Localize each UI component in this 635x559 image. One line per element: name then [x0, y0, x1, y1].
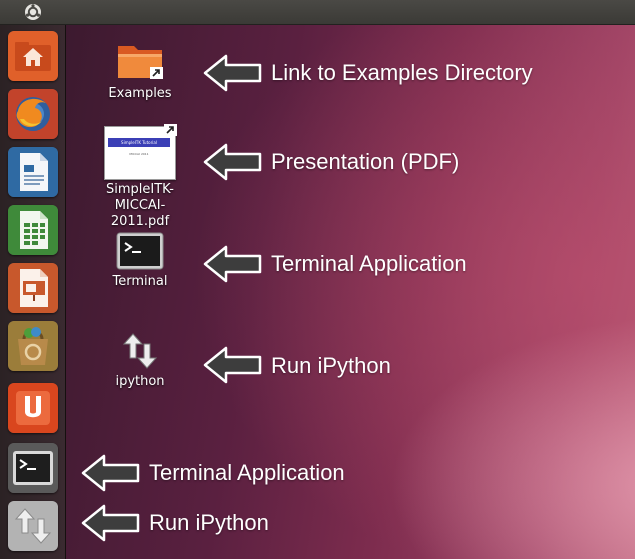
folder-link-icon — [118, 46, 163, 79]
terminal-icon — [116, 232, 164, 270]
pdf-thumb-subtitle: MICCAI 2011 — [129, 152, 149, 156]
ubuntu-one-icon — [8, 383, 58, 433]
icon-label: ipython — [115, 374, 165, 389]
ubuntu-logo-icon[interactable] — [24, 3, 42, 21]
launcher-impress[interactable] — [8, 263, 58, 313]
pdf-document-icon: SimpleITK Tutorial MICCAI 2011 — [104, 124, 177, 180]
annotation-launcher-ipython: Run iPython — [149, 510, 269, 535]
launcher-writer[interactable] — [8, 147, 58, 197]
link-badge-icon — [164, 124, 177, 136]
pdf-thumb-title: SimpleITK Tutorial — [121, 140, 157, 145]
annotation-terminal: Terminal Application — [271, 251, 467, 276]
top-panel — [0, 0, 635, 25]
up-down-arrows-icon — [122, 333, 158, 369]
desktop-icon-pdf[interactable]: SimpleITK Tutorial MICCAI 2011 SimpleITK… — [86, 124, 194, 230]
launcher-ipython[interactable] — [8, 501, 58, 551]
annotation-examples: Link to Examples Directory — [271, 60, 533, 85]
icon-label: Terminal — [112, 274, 168, 289]
left-arrow-icon — [81, 504, 140, 542]
left-arrow-icon — [203, 54, 262, 92]
annotation-presentation: Presentation (PDF) — [271, 149, 460, 174]
software-center-icon — [8, 321, 58, 371]
launcher-ubuntu-one[interactable] — [8, 383, 58, 433]
firefox-icon — [8, 89, 58, 139]
up-down-arrows-icon — [8, 501, 58, 551]
annotation-launcher-terminal: Terminal Application — [149, 460, 345, 485]
spreadsheet-calc-icon — [8, 205, 58, 255]
left-arrow-icon — [203, 143, 262, 181]
launcher — [0, 25, 66, 559]
launcher-calc[interactable] — [8, 205, 58, 255]
icon-label: Examples — [108, 86, 172, 101]
launcher-terminal[interactable] — [8, 443, 58, 493]
terminal-icon — [8, 443, 58, 493]
launcher-software-center[interactable] — [8, 321, 58, 371]
left-arrow-icon — [81, 454, 140, 492]
document-writer-icon — [8, 147, 58, 197]
desktop-icon-examples[interactable]: Examples — [97, 40, 183, 102]
desktop-icon-terminal[interactable]: Terminal — [97, 232, 183, 290]
launcher-firefox[interactable] — [8, 89, 58, 139]
home-folder-icon — [8, 31, 58, 81]
presentation-impress-icon — [8, 263, 58, 313]
left-arrow-icon — [203, 346, 262, 384]
annotation-ipython: Run iPython — [271, 353, 391, 378]
left-arrow-icon — [203, 245, 262, 283]
desktop-icon-ipython[interactable]: ipython — [97, 332, 183, 390]
icon-label: SimpleITK-MICCAI- 2011.pdf — [105, 182, 174, 229]
launcher-home-folder[interactable] — [8, 31, 58, 81]
